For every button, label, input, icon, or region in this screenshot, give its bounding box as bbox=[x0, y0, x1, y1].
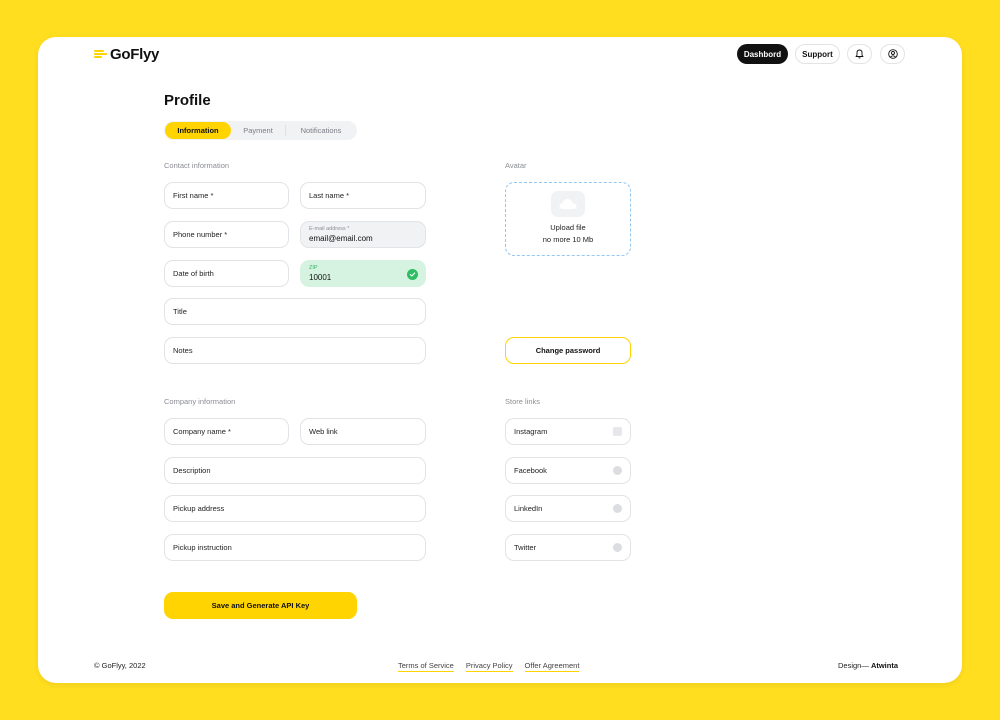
pickup-instruction-input[interactable]: Pickup instruction bbox=[164, 534, 426, 561]
footer-copyright: © GoFlyy, 2022 bbox=[94, 661, 146, 670]
twitter-input[interactable]: Twitter bbox=[505, 534, 631, 561]
design-prefix: Design— bbox=[838, 661, 871, 670]
linkedin-input[interactable]: LinkedIn bbox=[505, 495, 631, 522]
footer-design-credit: Design— Atwinta bbox=[838, 661, 898, 670]
profile-card: GoFlyy Dashbord Support Profile Informat… bbox=[38, 37, 962, 683]
email-field-value: email@email.com bbox=[309, 234, 373, 243]
linkedin-label: LinkedIn bbox=[514, 504, 543, 513]
contact-section-label: Contact information bbox=[164, 161, 230, 170]
date-of-birth-input[interactable]: Date of birth bbox=[164, 260, 289, 287]
avatar-upload-dropzone[interactable]: Upload file no more 10 Mb bbox=[505, 182, 631, 256]
zip-field-label: ZIP bbox=[309, 265, 318, 271]
zip-field-value: 10001 bbox=[309, 273, 332, 282]
avatar-section-label: Avatar bbox=[505, 161, 527, 170]
change-password-button[interactable]: Change password bbox=[505, 337, 631, 364]
title-input[interactable]: Title bbox=[164, 298, 426, 325]
bell-icon bbox=[855, 49, 864, 59]
twitter-label: Twitter bbox=[514, 543, 537, 552]
company-section-label: Company information bbox=[164, 397, 236, 406]
email-field-label: E-mail address * bbox=[309, 226, 350, 232]
tab-information[interactable]: Information bbox=[165, 122, 231, 139]
email-field[interactable]: E-mail address * email@email.com bbox=[300, 221, 426, 248]
linkedin-icon bbox=[613, 504, 622, 513]
upload-text: Upload file no more 10 Mb bbox=[543, 222, 593, 246]
privacy-policy-link[interactable]: Privacy Policy bbox=[465, 661, 513, 672]
instagram-input[interactable]: Instagram bbox=[505, 418, 631, 445]
support-button[interactable]: Support bbox=[795, 44, 840, 64]
profile-tabs: Information Payment Notifications bbox=[164, 121, 357, 140]
footer-links: Terms of Service Privacy Policy Offer Ag… bbox=[398, 661, 580, 672]
pickup-address-input[interactable]: Pickup address bbox=[164, 495, 426, 522]
last-name-input[interactable]: Last name * bbox=[300, 182, 426, 209]
offer-agreement-link[interactable]: Offer Agreement bbox=[524, 661, 580, 672]
account-button[interactable] bbox=[880, 44, 905, 64]
tab-payment[interactable]: Payment bbox=[231, 125, 286, 136]
terms-of-service-link[interactable]: Terms of Service bbox=[398, 661, 454, 672]
logo[interactable]: GoFlyy bbox=[94, 45, 159, 63]
tab-notifications[interactable]: Notifications bbox=[286, 122, 356, 139]
twitter-icon bbox=[613, 543, 622, 552]
store-links-section-label: Store links bbox=[505, 397, 541, 406]
company-name-input[interactable]: Company name * bbox=[164, 418, 289, 445]
facebook-label: Facebook bbox=[514, 466, 547, 475]
notes-input[interactable]: Notes bbox=[164, 337, 426, 364]
zip-field[interactable]: ZIP 10001 bbox=[300, 260, 426, 287]
phone-input[interactable]: Phone number * bbox=[164, 221, 289, 248]
instagram-label: Instagram bbox=[514, 427, 548, 436]
description-input[interactable]: Description bbox=[164, 457, 426, 484]
upload-line-1: Upload file bbox=[550, 223, 586, 232]
upload-line-2: no more 10 Mb bbox=[542, 235, 594, 244]
page-title: Profile bbox=[164, 92, 211, 109]
first-name-input[interactable]: First name * bbox=[164, 182, 289, 209]
design-name[interactable]: Atwinta bbox=[871, 661, 898, 670]
notifications-button[interactable] bbox=[847, 44, 872, 64]
instagram-icon bbox=[613, 427, 622, 436]
web-link-input[interactable]: Web link bbox=[300, 418, 426, 445]
logo-speed-lines-icon bbox=[94, 48, 108, 60]
facebook-icon bbox=[613, 466, 622, 475]
logo-text: GoFlyy bbox=[110, 45, 160, 63]
check-circle-icon bbox=[407, 269, 418, 280]
cloud-upload-icon bbox=[551, 191, 585, 217]
save-generate-api-key-button[interactable]: Save and Generate API Key bbox=[164, 592, 357, 619]
user-circle-icon bbox=[887, 49, 898, 59]
facebook-input[interactable]: Facebook bbox=[505, 457, 631, 484]
dashboard-button[interactable]: Dashbord bbox=[737, 44, 788, 64]
